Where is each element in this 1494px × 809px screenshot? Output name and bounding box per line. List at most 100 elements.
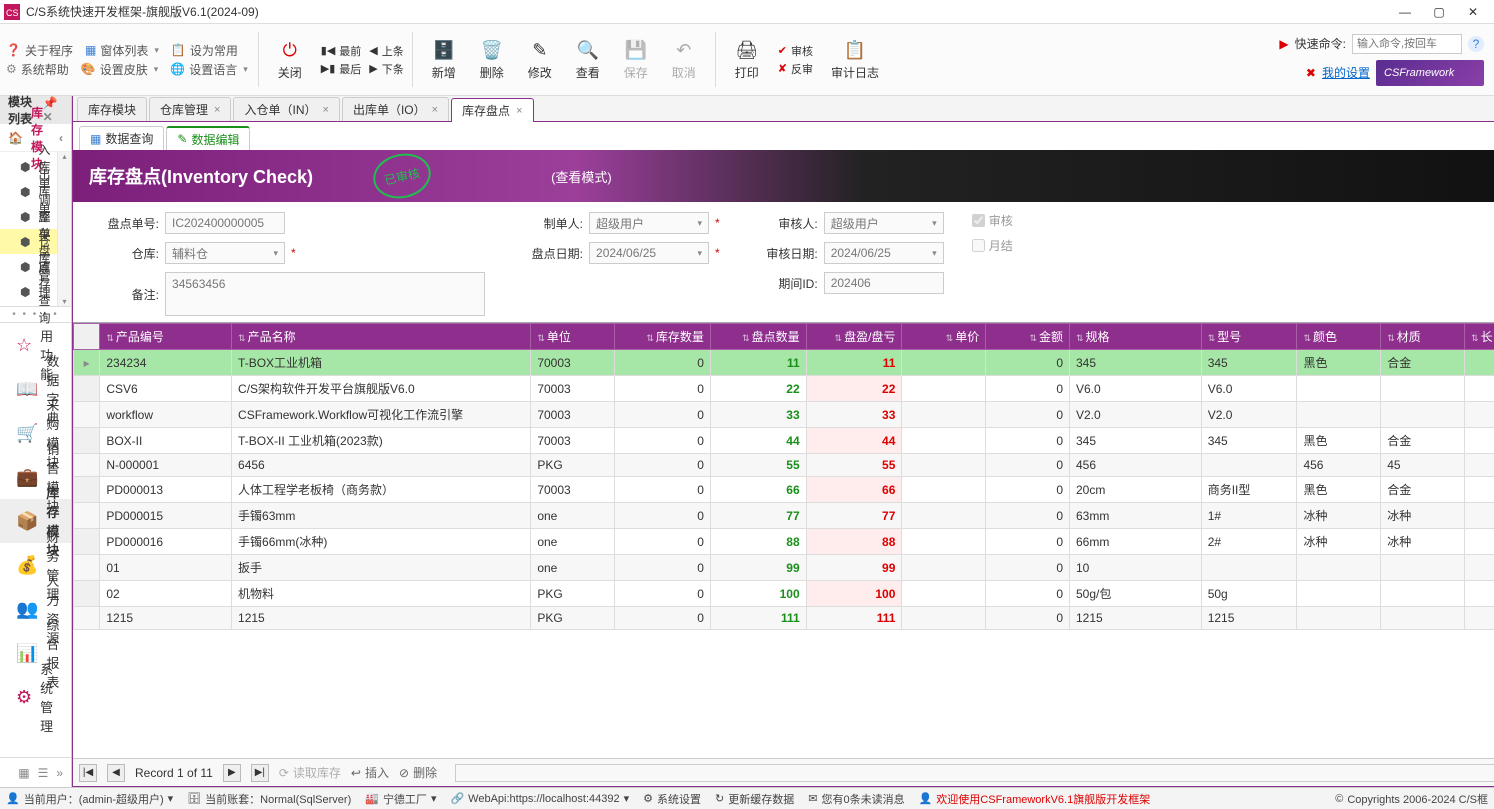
quick-cmd-label: 快速命令:	[1295, 35, 1346, 52]
doc-tab-3[interactable]: 出库单（IO）×	[342, 97, 449, 121]
print-icon: 🖨	[735, 38, 759, 62]
grid-first-button[interactable]: |◀	[79, 764, 97, 782]
table-row[interactable]: CSV6C/S架构软件开发平台旗舰版V6.070003022220V6.0V6.…	[74, 376, 1494, 402]
status-refresh-cache[interactable]: ↻ 更新缓存数据	[715, 791, 794, 807]
data-grid[interactable]: 产品编号产品名称单位库存数量盘点数量盘盈/盘亏单价金额规格型号颜色材质长▸234…	[73, 322, 1494, 758]
add-button[interactable]: 🗄️新增	[423, 34, 465, 85]
table-row[interactable]: PD000016手镯66mm(冰种)one08888066mm2#冰种冰种	[74, 529, 1494, 555]
approver-select[interactable]: 超级用户	[824, 212, 944, 234]
cmd-icon: ▶	[1279, 37, 1288, 51]
quick-cmd-input[interactable]	[1352, 34, 1462, 54]
edit-button[interactable]: ✎修改	[519, 34, 561, 85]
tab-data-edit[interactable]: ✎数据编辑	[166, 126, 250, 150]
view-button[interactable]: 🔍查看	[567, 34, 609, 85]
close-window-button[interactable]: ✕	[1466, 5, 1480, 19]
table-row[interactable]: 01扳手one09999010	[74, 555, 1494, 581]
cancel-icon: ↶	[672, 38, 696, 62]
insert-row-button[interactable]: ↩ 插入	[351, 764, 389, 781]
cancel-button[interactable]: ↶取消	[663, 34, 705, 85]
sidebar-nav: ☆常用功能📖数据字典🛒采购模块💼销售模块📦库存模块💰财务管理👥人力资源📊综合报表…	[0, 323, 71, 757]
reject-button[interactable]: ✘ 反审	[778, 61, 813, 77]
settings-icon: ✖	[1306, 66, 1316, 80]
edit-icon: ✎	[528, 38, 552, 62]
close-tab-icon[interactable]: ×	[323, 104, 329, 116]
svg-text:CS: CS	[6, 8, 19, 18]
about-menu[interactable]: ❓关于程序	[6, 42, 73, 59]
period-field[interactable]: 202406	[824, 272, 944, 294]
month-close-checkbox[interactable]	[972, 239, 985, 252]
table-row[interactable]: ▸234234T-BOX工业机箱70003011110345345黑色合金	[74, 350, 1494, 376]
close-tab-icon[interactable]: ×	[432, 104, 438, 116]
status-copyright: © Copyrights 2006-2024 C/S框	[1335, 791, 1488, 807]
delete-button[interactable]: 🗑️删除	[471, 34, 513, 85]
help-icon[interactable]: ?	[1468, 36, 1484, 52]
status-messages[interactable]: ✉ 您有0条未读消息	[808, 791, 904, 807]
approve-checkbox[interactable]	[972, 214, 985, 227]
view-list-icon[interactable]: ☰	[38, 766, 49, 780]
doc-tab-1[interactable]: 仓库管理×	[149, 97, 231, 121]
maker-select[interactable]: 超级用户	[589, 212, 709, 234]
delete-row-button[interactable]: ⊘ 删除	[399, 764, 437, 781]
set-lang-menu[interactable]: 🌐设置语言	[170, 61, 248, 78]
sidebar-tree: ⬢入库单⬢出库单⬢调整单⬢库存盘点⬢仓库管理⬢库存查询	[0, 152, 71, 307]
sub-tabs: ▦数据查询 ✎数据编辑	[73, 122, 1494, 150]
table-row[interactable]: workflowCSFramework.Workflow可视化工作流引擎7000…	[74, 402, 1494, 428]
grid-next-button[interactable]: ▶	[223, 764, 241, 782]
prev-button[interactable]: ◀ 上条	[369, 43, 403, 59]
close-button[interactable]: ⏻关闭	[269, 34, 311, 85]
form-list-menu[interactable]: ▦窗体列表	[85, 42, 159, 59]
save-button[interactable]: 💾保存	[615, 34, 657, 85]
doc-tab-0[interactable]: 库存模块	[77, 97, 147, 121]
close-tab-icon[interactable]: ×	[516, 105, 522, 117]
set-skin-menu[interactable]: 🎨设置皮肤	[81, 61, 159, 78]
close-tab-icon[interactable]: ×	[214, 104, 220, 116]
read-stock-button[interactable]: ⟳ 读取库存	[279, 764, 341, 781]
approved-stamp: 已审核	[369, 148, 435, 203]
tab-data-query[interactable]: ▦数据查询	[79, 126, 164, 150]
sidebar-scrollbar[interactable]	[57, 152, 71, 306]
view-grid-icon[interactable]: ▦	[18, 766, 29, 780]
record-label: Record 1 of 11	[135, 766, 213, 780]
warehouse-select[interactable]: 辅料仓	[165, 242, 285, 264]
table-row[interactable]: PD000013人体工程学老板椅（商务款）7000306666020cm商务II…	[74, 477, 1494, 503]
audit-icon: 📋	[843, 38, 867, 62]
check-date-field[interactable]: 2024/06/25	[589, 242, 709, 264]
set-common-menu[interactable]: 📋设为常用	[171, 42, 238, 59]
status-user[interactable]: 👤 当前用户：(admin-超级用户) ▾	[6, 791, 173, 807]
add-icon: 🗄️	[432, 38, 456, 62]
table-row[interactable]: 02机物料PKG0100100050g/包50g	[74, 581, 1494, 607]
next-button[interactable]: ▶ 下条	[369, 61, 403, 77]
window-title: C/S系统快速开发框架-旗舰版V6.1(2024-09)	[26, 3, 1398, 20]
status-webapi[interactable]: 🔗 WebApi:https://localhost:44392 ▾	[450, 792, 629, 805]
titlebar: CS C/S系统快速开发框架-旗舰版V6.1(2024-09) — ▢ ✕	[0, 0, 1494, 24]
approve-button[interactable]: ✔ 审核	[778, 43, 813, 59]
grid-last-button[interactable]: ▶|	[251, 764, 269, 782]
chevron-icon[interactable]: »	[56, 766, 63, 780]
status-factory[interactable]: 🏭 宁德工厂 ▾	[365, 791, 436, 807]
table-row[interactable]: PD000015手镯63mmone07777063mm1#冰种冰种	[74, 503, 1494, 529]
remark-field[interactable]	[165, 272, 485, 316]
delete-icon: 🗑️	[480, 38, 504, 62]
doc-tab-4[interactable]: 库存盘点×	[451, 98, 533, 122]
first-button[interactable]: ▮◀ 最前	[321, 43, 362, 59]
form-area: 盘点单号:IC202400000005 仓库:辅料仓* 备注: 制单人:超级用户…	[73, 202, 1494, 322]
nav-item-8[interactable]: ⚙系统管理	[0, 675, 71, 719]
status-account: 🗄 当前账套：Normal(SqlServer)	[187, 791, 351, 807]
table-row[interactable]: N-0000016456PKG05555045645645	[74, 454, 1494, 477]
print-button[interactable]: 🖨打印	[726, 34, 768, 85]
my-settings-link[interactable]: 我的设置	[1322, 64, 1370, 81]
grid-prev-button[interactable]: ◀	[107, 764, 125, 782]
minimize-button[interactable]: —	[1398, 5, 1412, 19]
grid-scroll-track[interactable]	[455, 764, 1494, 782]
doc-tab-2[interactable]: 入仓单（IN）×	[233, 97, 339, 121]
approve-date-field[interactable]: 2024/06/25	[824, 242, 944, 264]
maximize-button[interactable]: ▢	[1432, 5, 1446, 19]
table-row[interactable]: 12151215PKG0111111012151215	[74, 607, 1494, 630]
doc-no-field[interactable]: IC202400000005	[165, 212, 285, 234]
status-bar: 👤 当前用户：(admin-超级用户) ▾ 🗄 当前账套：Normal(SqlS…	[0, 787, 1494, 809]
audit-button[interactable]: 📋审计日志	[823, 34, 887, 85]
table-row[interactable]: BOX-IIT-BOX-II 工业机箱(2023款)70003044440345…	[74, 428, 1494, 454]
last-button[interactable]: ▶▮ 最后	[321, 61, 362, 77]
sys-help-menu[interactable]: ⚙系统帮助	[6, 61, 69, 78]
status-sys-settings[interactable]: ⚙ 系统设置	[643, 791, 701, 807]
